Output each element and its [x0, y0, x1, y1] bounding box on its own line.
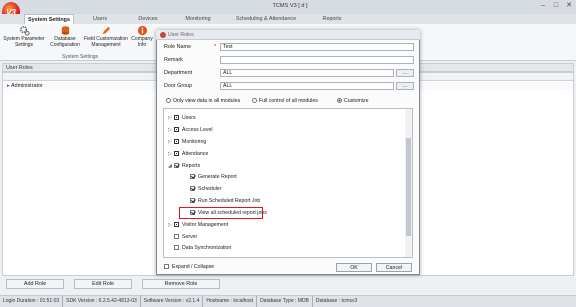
tree-item[interactable]: ▷ Visitor Management: [168, 220, 228, 230]
status-sdk-version: SDK Version : 6.2.5.42-4813-03: [63, 296, 141, 307]
remark-input[interactable]: [220, 56, 414, 64]
cancel-button[interactable]: Cancel: [376, 263, 412, 272]
expand-collapse-label: Expand / Collapse: [172, 264, 215, 270]
tree-item[interactable]: ▷ Users: [168, 113, 196, 123]
tree-item[interactable]: ▷ Access Level: [168, 125, 213, 135]
tree-scrollbar-thumb[interactable]: [406, 138, 411, 236]
dialog-app-icon: [160, 32, 166, 38]
ribbon-label: Management: [91, 41, 121, 48]
tree-item-label: Data Synchronization: [182, 245, 232, 251]
door-group-label: Door Group: [164, 83, 193, 89]
tree-item[interactable]: Server: [168, 232, 197, 242]
tree-item-label: Run Scheduled Report Job: [198, 198, 261, 204]
tree-checkbox[interactable]: [190, 198, 195, 204]
status-hostname: Hostname : localhost: [203, 296, 258, 307]
ribbon-group-label: System Settings: [61, 54, 99, 60]
tab-devices[interactable]: Devices: [130, 14, 166, 24]
ribbon-label: Settings: [14, 41, 34, 48]
tree-item-label: Server: [182, 234, 198, 240]
tree-checkbox[interactable]: [174, 234, 179, 240]
tree-item[interactable]: Scheduler: [184, 184, 221, 194]
gear-icon: [19, 26, 30, 36]
role-name-input[interactable]: Test: [220, 43, 414, 51]
radio-view-only[interactable]: Only view data in all modules: [166, 97, 240, 105]
minimize-button[interactable]: –: [538, 2, 548, 10]
remove-role-button[interactable]: Remove Role: [142, 279, 220, 289]
tree-item-label: Visitor Management: [182, 222, 229, 228]
checkbox: [164, 264, 169, 270]
radio-label: Customize: [344, 98, 369, 104]
tree-checkbox[interactable]: [174, 139, 179, 145]
tab-system-settings[interactable]: System Settings: [24, 14, 74, 24]
radio-customize[interactable]: Customize: [337, 97, 369, 105]
highlight-box: [179, 207, 263, 219]
status-database: Database : tcmsv3: [315, 298, 358, 304]
company-info-button[interactable]: Company Info: [129, 25, 155, 53]
tab-users[interactable]: Users: [82, 14, 118, 24]
door-group-browse-button[interactable]: ...: [396, 82, 414, 90]
info-icon: [137, 25, 147, 36]
remark-label: Remark: [164, 57, 183, 63]
radio-circle-selected: [337, 98, 342, 104]
ok-button[interactable]: OK: [336, 263, 372, 272]
required-mark: *: [214, 44, 217, 50]
dialog-title: User Roles: [156, 30, 420, 40]
tree-checkbox[interactable]: [190, 186, 195, 192]
department-label: Department: [164, 70, 193, 76]
radio-label: Only view data in all modules: [173, 98, 241, 104]
tree-checkbox[interactable]: [174, 127, 179, 133]
row-expand-icon[interactable]: ▸: [7, 82, 10, 90]
system-parameter-settings-button[interactable]: System Parameter Settings: [3, 25, 45, 53]
database-icon: [61, 26, 69, 35]
window-title: TCMS V3 [ d ]: [272, 3, 308, 9]
field-customization-button[interactable]: Field Customization Management: [84, 25, 128, 53]
status-software-version: Software Version : v2.1.4: [141, 296, 204, 307]
pencil-icon: [102, 26, 110, 35]
row-cell-name: Administrator: [11, 83, 43, 89]
tree-checkbox[interactable]: [174, 151, 179, 157]
tree-checkbox[interactable]: [190, 174, 195, 180]
door-group-input[interactable]: ALL: [220, 82, 394, 90]
tree-item-label: Reports: [182, 163, 201, 169]
tree-item-label: Generate Report: [198, 174, 237, 180]
tree-item[interactable]: Run Scheduled Report Job: [184, 196, 260, 206]
radio-full-control[interactable]: Full control of all modules: [252, 97, 318, 105]
status-bar: Login Duration : 01:51:03 SDK Version : 6…: [0, 295, 576, 307]
tab-monitoring[interactable]: Monitoring: [178, 14, 218, 24]
tab-reports[interactable]: Reports: [314, 14, 350, 24]
tree-item[interactable]: Generate Report: [184, 172, 237, 182]
tree-item-label: Scheduler: [198, 186, 222, 192]
tree-checkbox[interactable]: [174, 115, 179, 121]
tree-item-label: Attendance: [182, 151, 209, 157]
radio-circle: [166, 98, 171, 104]
maximize-button[interactable]: □: [551, 2, 561, 10]
status-login-duration: Login Duration : 01:51:03: [0, 296, 64, 307]
tree-checkbox[interactable]: [174, 222, 179, 228]
radio-circle: [252, 98, 257, 104]
tree-item-label: Monitoring: [182, 139, 207, 145]
tree-item[interactable]: ▷ Monitoring: [168, 137, 206, 147]
edit-role-button[interactable]: Edit Role: [74, 279, 132, 289]
add-role-button[interactable]: Add Role: [6, 279, 64, 289]
department-input[interactable]: ALL: [220, 69, 394, 77]
tree-item[interactable]: ▷ Attendance: [168, 149, 208, 159]
tree-item[interactable]: ◢ Reports: [168, 161, 200, 171]
tree-item-label: Access Level: [182, 127, 213, 133]
department-browse-button[interactable]: ...: [396, 69, 414, 77]
tab-scheduling-attendance[interactable]: Scheduling & Attendance: [232, 14, 300, 24]
ribbon-label: Info: [137, 41, 147, 48]
tree-checkbox[interactable]: [174, 163, 179, 169]
close-button[interactable]: ✕: [564, 2, 574, 10]
database-configuration-button[interactable]: Database Configuration: [48, 25, 82, 53]
tree-checkbox[interactable]: [174, 245, 179, 251]
tree-item-label: Users: [182, 115, 196, 121]
status-database-type: Database Type : MDB: [257, 296, 313, 307]
radio-label: Full control of all modules: [259, 98, 318, 104]
ribbon-label: Configuration: [50, 41, 80, 48]
role-name-label: Role Name: [164, 44, 191, 50]
expand-collapse-checkbox[interactable]: Expand / Collapse: [164, 263, 214, 272]
tree-item[interactable]: Data Synchronization: [168, 243, 231, 253]
